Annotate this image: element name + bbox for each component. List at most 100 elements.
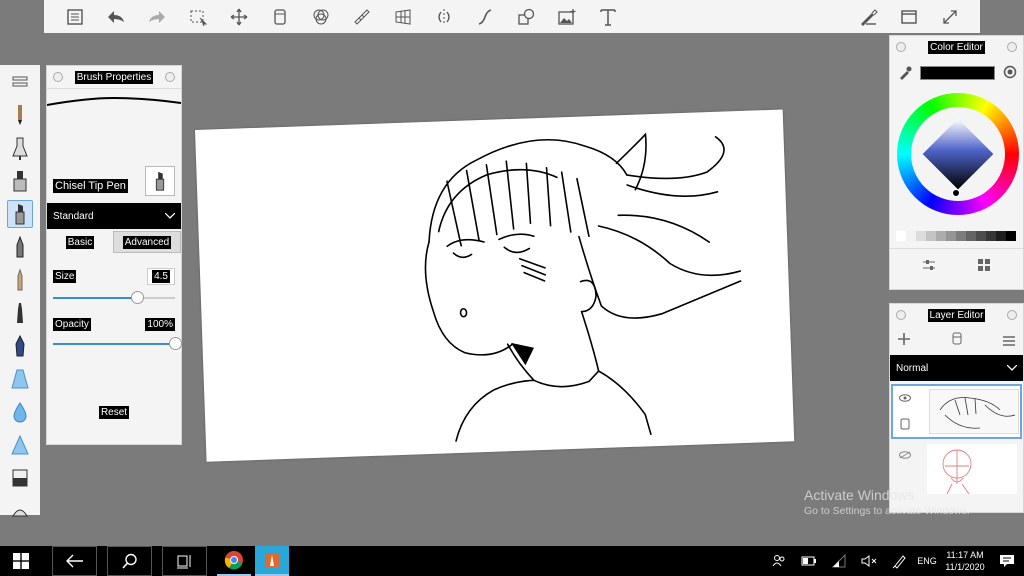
brush-thumbnail[interactable] bbox=[145, 166, 175, 196]
activation-watermark: Activate Windows Go to Settings to activ… bbox=[804, 487, 970, 517]
chrome-app[interactable] bbox=[217, 546, 251, 576]
blend-icon[interactable] bbox=[300, 0, 341, 33]
transform-icon[interactable] bbox=[218, 0, 259, 33]
shapes-icon[interactable] bbox=[505, 0, 546, 33]
reset-button[interactable]: Reset bbox=[98, 406, 130, 419]
list-icon[interactable] bbox=[54, 0, 95, 33]
people-icon[interactable] bbox=[764, 546, 794, 576]
search-icon bbox=[121, 553, 137, 569]
fullscreen-icon[interactable] bbox=[929, 0, 970, 33]
size-slider-knob[interactable] bbox=[131, 291, 145, 304]
color-swatch[interactable] bbox=[926, 231, 936, 241]
clock[interactable]: 11:17 AM 11/1/2020 bbox=[940, 546, 990, 576]
volume-muted-icon[interactable] bbox=[854, 546, 884, 576]
eye-icon[interactable] bbox=[899, 394, 911, 402]
layer-panel-close-button[interactable] bbox=[1007, 310, 1017, 320]
color-swatch[interactable] bbox=[936, 231, 946, 241]
symmetry-icon[interactable] bbox=[423, 0, 464, 33]
color-swatch[interactable] bbox=[946, 231, 956, 241]
redo-icon[interactable] bbox=[136, 0, 177, 33]
color-panel-pin-button[interactable] bbox=[896, 42, 906, 52]
eyedropper-icon[interactable] bbox=[898, 66, 912, 85]
brush-category-dropdown[interactable]: Standard bbox=[47, 203, 181, 229]
blur-drop-icon[interactable] bbox=[0, 395, 40, 428]
image-icon[interactable] bbox=[546, 0, 587, 33]
marker-icon[interactable] bbox=[0, 164, 40, 197]
brush-pen-icon[interactable] bbox=[0, 230, 40, 263]
layer-type-icon[interactable] bbox=[951, 332, 963, 350]
chisel-pen-icon[interactable] bbox=[0, 197, 40, 230]
ruler-icon[interactable] bbox=[341, 0, 382, 33]
layer-thumbnail-sketch bbox=[929, 389, 1019, 434]
back-button[interactable] bbox=[52, 546, 97, 576]
window-icon[interactable] bbox=[888, 0, 929, 33]
network-icon[interactable] bbox=[824, 546, 854, 576]
color-panel-title: Color Editor bbox=[928, 40, 985, 54]
eye-hidden-icon[interactable] bbox=[899, 451, 911, 459]
brush-category-label: Standard bbox=[53, 210, 94, 222]
soft-brush-icon[interactable] bbox=[0, 362, 40, 395]
color-panel-close-button[interactable] bbox=[1007, 42, 1017, 52]
selection-icon[interactable] bbox=[177, 0, 218, 33]
pen-workspace-icon[interactable] bbox=[884, 546, 914, 576]
opacity-slider-knob[interactable] bbox=[169, 337, 182, 350]
color-picker-handle[interactable] bbox=[952, 189, 960, 197]
language-indicator[interactable]: ENG bbox=[914, 546, 940, 576]
battery-icon[interactable] bbox=[794, 546, 824, 576]
color-swatch[interactable] bbox=[986, 231, 996, 241]
panel-pin-button[interactable] bbox=[53, 72, 63, 82]
eraser-icon[interactable] bbox=[0, 461, 40, 494]
notification-icon bbox=[1000, 555, 1014, 567]
color-swatch[interactable] bbox=[896, 231, 906, 241]
color-swatch[interactable] bbox=[956, 231, 966, 241]
layer-editor-panel: Layer Editor Normal bbox=[889, 303, 1024, 513]
layer-menu-icon[interactable] bbox=[1003, 333, 1015, 351]
blend-mode-label: Normal bbox=[896, 362, 929, 374]
color-swatch[interactable] bbox=[906, 231, 916, 241]
perspective-icon[interactable] bbox=[382, 0, 423, 33]
current-color-swatch[interactable] bbox=[920, 66, 995, 80]
fill-icon[interactable] bbox=[0, 494, 40, 527]
action-center-button[interactable] bbox=[990, 546, 1024, 576]
opacity-value[interactable]: 100% bbox=[145, 318, 175, 331]
color-swatch[interactable] bbox=[976, 231, 986, 241]
pencil-icon[interactable] bbox=[0, 98, 40, 131]
search-button[interactable] bbox=[107, 546, 152, 576]
tab-advanced[interactable]: Advanced bbox=[113, 231, 181, 253]
layer-lock-icon[interactable] bbox=[900, 418, 910, 430]
calligraphy-icon[interactable] bbox=[0, 329, 40, 362]
color-swatch[interactable] bbox=[966, 231, 976, 241]
color-sliders-icon[interactable] bbox=[922, 258, 936, 276]
color-swatch-row bbox=[896, 231, 1016, 241]
clock-date: 11/1/2020 bbox=[945, 562, 985, 572]
hue-wheel[interactable] bbox=[897, 93, 1019, 215]
undo-icon[interactable] bbox=[95, 0, 136, 33]
brush-settings-icon[interactable] bbox=[847, 0, 888, 33]
size-value[interactable]: 4.5 bbox=[147, 268, 175, 285]
sketchbook-app[interactable] bbox=[255, 546, 289, 576]
layer-row-active[interactable] bbox=[891, 384, 1022, 439]
smudge-icon[interactable] bbox=[0, 428, 40, 461]
color-sets-icon[interactable] bbox=[978, 258, 990, 276]
size-slider[interactable] bbox=[53, 291, 175, 305]
add-layer-icon[interactable] bbox=[898, 332, 910, 350]
text-icon[interactable] bbox=[587, 0, 628, 33]
drawing-canvas[interactable] bbox=[195, 109, 795, 462]
color-mode-icon[interactable] bbox=[1003, 65, 1017, 84]
fineliner-icon[interactable] bbox=[0, 296, 40, 329]
color-swatch[interactable] bbox=[916, 231, 926, 241]
airbrush-icon[interactable] bbox=[0, 263, 40, 296]
color-swatch[interactable] bbox=[1006, 231, 1016, 241]
task-view-button[interactable] bbox=[162, 546, 207, 576]
tab-basic[interactable]: Basic bbox=[47, 231, 113, 253]
layer-panel-pin-button[interactable] bbox=[896, 310, 906, 320]
panel-close-button[interactable] bbox=[165, 72, 175, 82]
technical-pen-icon[interactable] bbox=[0, 131, 40, 164]
opacity-slider[interactable] bbox=[53, 337, 182, 351]
blend-mode-dropdown[interactable]: Normal bbox=[890, 355, 1023, 381]
stroke-icon[interactable] bbox=[464, 0, 505, 33]
color-swatch[interactable] bbox=[996, 231, 1006, 241]
start-button[interactable] bbox=[0, 546, 42, 576]
layer-icon[interactable] bbox=[259, 0, 300, 33]
library-grid-icon[interactable] bbox=[0, 65, 40, 98]
